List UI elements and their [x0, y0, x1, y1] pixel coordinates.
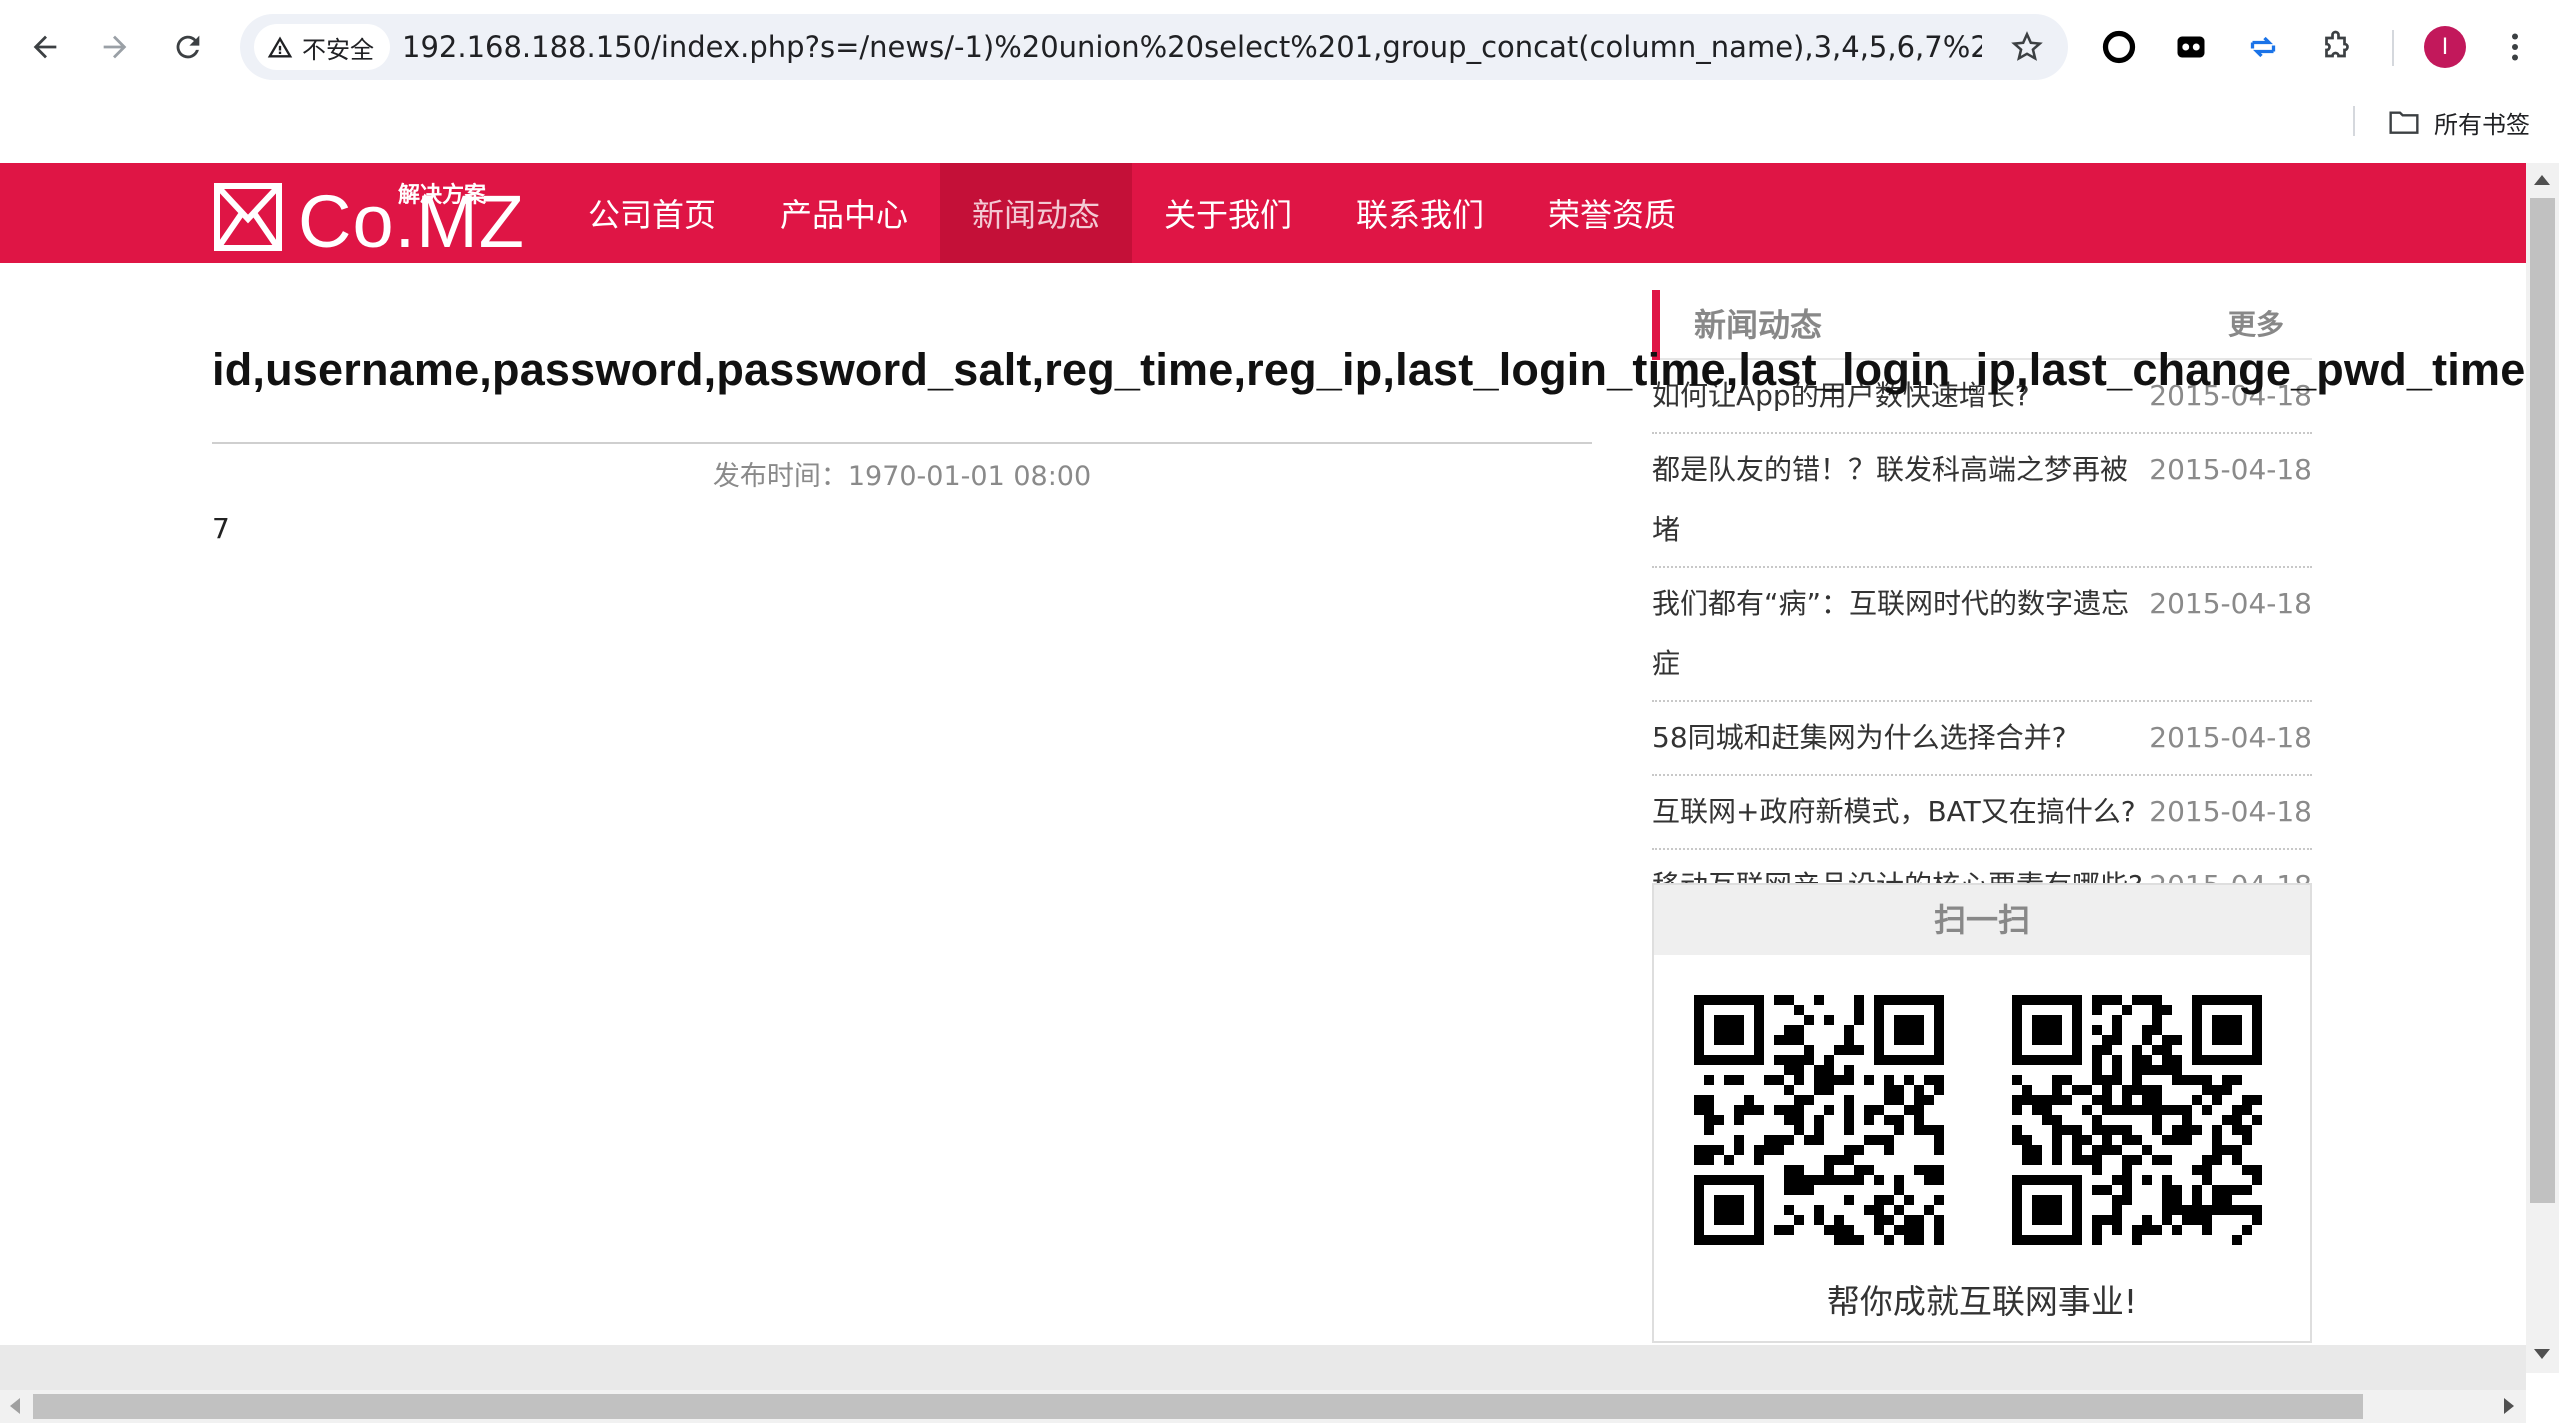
article-title: id,username,password,password_salt,reg_t… [212, 344, 2539, 395]
puzzle-icon [2325, 30, 2349, 58]
extension-mask-button[interactable] [2170, 26, 2212, 68]
forward-arrow-icon [103, 35, 127, 59]
browser-toolbar: 不安全 192.168.188.150/index.php?s=/news/-1… [0, 0, 2559, 96]
all-bookmarks-button[interactable]: 所有书签 [2388, 104, 2530, 140]
news-item-date: 2015-04-18 [2149, 453, 2312, 486]
reload-button[interactable] [163, 22, 213, 72]
back-arrow-icon [33, 35, 57, 59]
news-item[interactable]: 都是队友的错！？联发科高端之梦再被堵 2015-04-18 [1652, 434, 2312, 568]
horizontal-scrollbar[interactable] [0, 1390, 2526, 1423]
kebab-menu-icon [2512, 33, 2518, 61]
browser-menu-button[interactable] [2494, 26, 2536, 68]
nav-item-honors[interactable]: 荣誉资质 [1516, 163, 1708, 263]
nav-item-news[interactable]: 新闻动态 [940, 163, 1132, 263]
scroll-down-arrow-icon[interactable] [2534, 1349, 2550, 1359]
scroll-right-arrow-icon[interactable] [2504, 1398, 2514, 1414]
bookmark-star-icon[interactable] [2010, 30, 2044, 64]
record-icon [2102, 30, 2136, 64]
extension-sync-button[interactable] [2242, 26, 2284, 68]
news-item[interactable]: 58同城和赶集网为什么选择合并? 2015-04-18 [1652, 702, 2312, 776]
forward-button[interactable] [90, 22, 140, 72]
security-chip[interactable]: 不安全 [254, 24, 390, 70]
page-bottom-band [0, 1345, 2526, 1390]
vertical-scroll-thumb[interactable] [2530, 198, 2555, 1203]
qr-panel-title: 扫一扫 [1654, 885, 2310, 955]
reload-icon [176, 35, 200, 59]
bookmarks-divider [2353, 106, 2355, 136]
logo-subtitle: 解决方案 [398, 183, 487, 208]
main-nav: 公司首页 产品中心 新闻动态 关于我们 联系我们 荣誉资质 [556, 163, 1708, 263]
news-item[interactable]: 我们都有“病”：互联网时代的数字遗忘症 2015-04-18 [1652, 568, 2312, 702]
news-item-title[interactable]: 都是队友的错！？联发科高端之梦再被堵 [1652, 434, 2149, 566]
news-item-title[interactable]: 58同城和赶集网为什么选择合并? [1652, 702, 2149, 774]
security-label: 不安全 [302, 35, 374, 64]
nav-item-contact[interactable]: 联系我们 [1324, 163, 1516, 263]
site-header: Co.MZ 解决方案 公司首页 产品中心 新闻动态 关于我们 联系我们 荣誉资质 [0, 163, 2526, 263]
nav-item-home[interactable]: 公司首页 [556, 163, 748, 263]
news-item-date: 2015-04-18 [2149, 587, 2312, 620]
sync-arrows-icon [2250, 36, 2276, 58]
extension-circle-button[interactable] [2098, 26, 2140, 68]
news-item-title[interactable]: 我们都有“病”：互联网时代的数字遗忘症 [1652, 568, 2149, 700]
qr-code-panel: 扫一扫 帮你成就互联网事业! [1652, 883, 2312, 1343]
scroll-left-arrow-icon[interactable] [10, 1398, 20, 1414]
url-text[interactable]: 192.168.188.150/index.php?s=/news/-1)%20… [402, 14, 1982, 80]
back-button[interactable] [20, 22, 70, 72]
news-item-date: 2015-04-18 [2149, 721, 2312, 754]
all-bookmarks-label: 所有书签 [2434, 110, 2530, 139]
folder-icon [2389, 111, 2419, 134]
article-divider [212, 442, 1592, 444]
scroll-up-arrow-icon[interactable] [2534, 175, 2550, 185]
news-item-date: 2015-04-18 [2149, 795, 2312, 828]
address-bar[interactable]: 不安全 192.168.188.150/index.php?s=/news/-1… [240, 14, 2068, 80]
article-publish-time: 发布时间：1970-01-01 08:00 [712, 461, 1092, 492]
qr-code-image [2012, 995, 2262, 1245]
extensions-button[interactable] [2316, 26, 2358, 68]
qr-caption: 帮你成就互联网事业! [1826, 1282, 2138, 1321]
nav-item-products[interactable]: 产品中心 [748, 163, 940, 263]
article-body: 7 [212, 512, 230, 545]
news-item-title[interactable]: 互联网+政府新模式，BAT又在搞什么? [1652, 776, 2149, 848]
nav-item-about[interactable]: 关于我们 [1132, 163, 1324, 263]
site-logo[interactable]: Co.MZ 解决方案 [212, 179, 524, 263]
horizontal-scroll-thumb[interactable] [33, 1394, 2363, 1419]
news-item[interactable]: 互联网+政府新模式，BAT又在搞什么? 2015-04-18 [1652, 776, 2312, 850]
mask-icon [2177, 36, 2205, 58]
envelope-logo-icon [214, 183, 282, 251]
toolbar-divider [2392, 30, 2394, 66]
sidebar-news-list: 如何让App的用户数快速增长? 2015-04-18 都是队友的错！？联发科高端… [1652, 360, 2312, 924]
vertical-scrollbar[interactable] [2526, 163, 2559, 1373]
qr-code-image [1694, 995, 1944, 1245]
profile-avatar[interactable]: I [2424, 26, 2466, 68]
warning-icon [267, 36, 293, 58]
